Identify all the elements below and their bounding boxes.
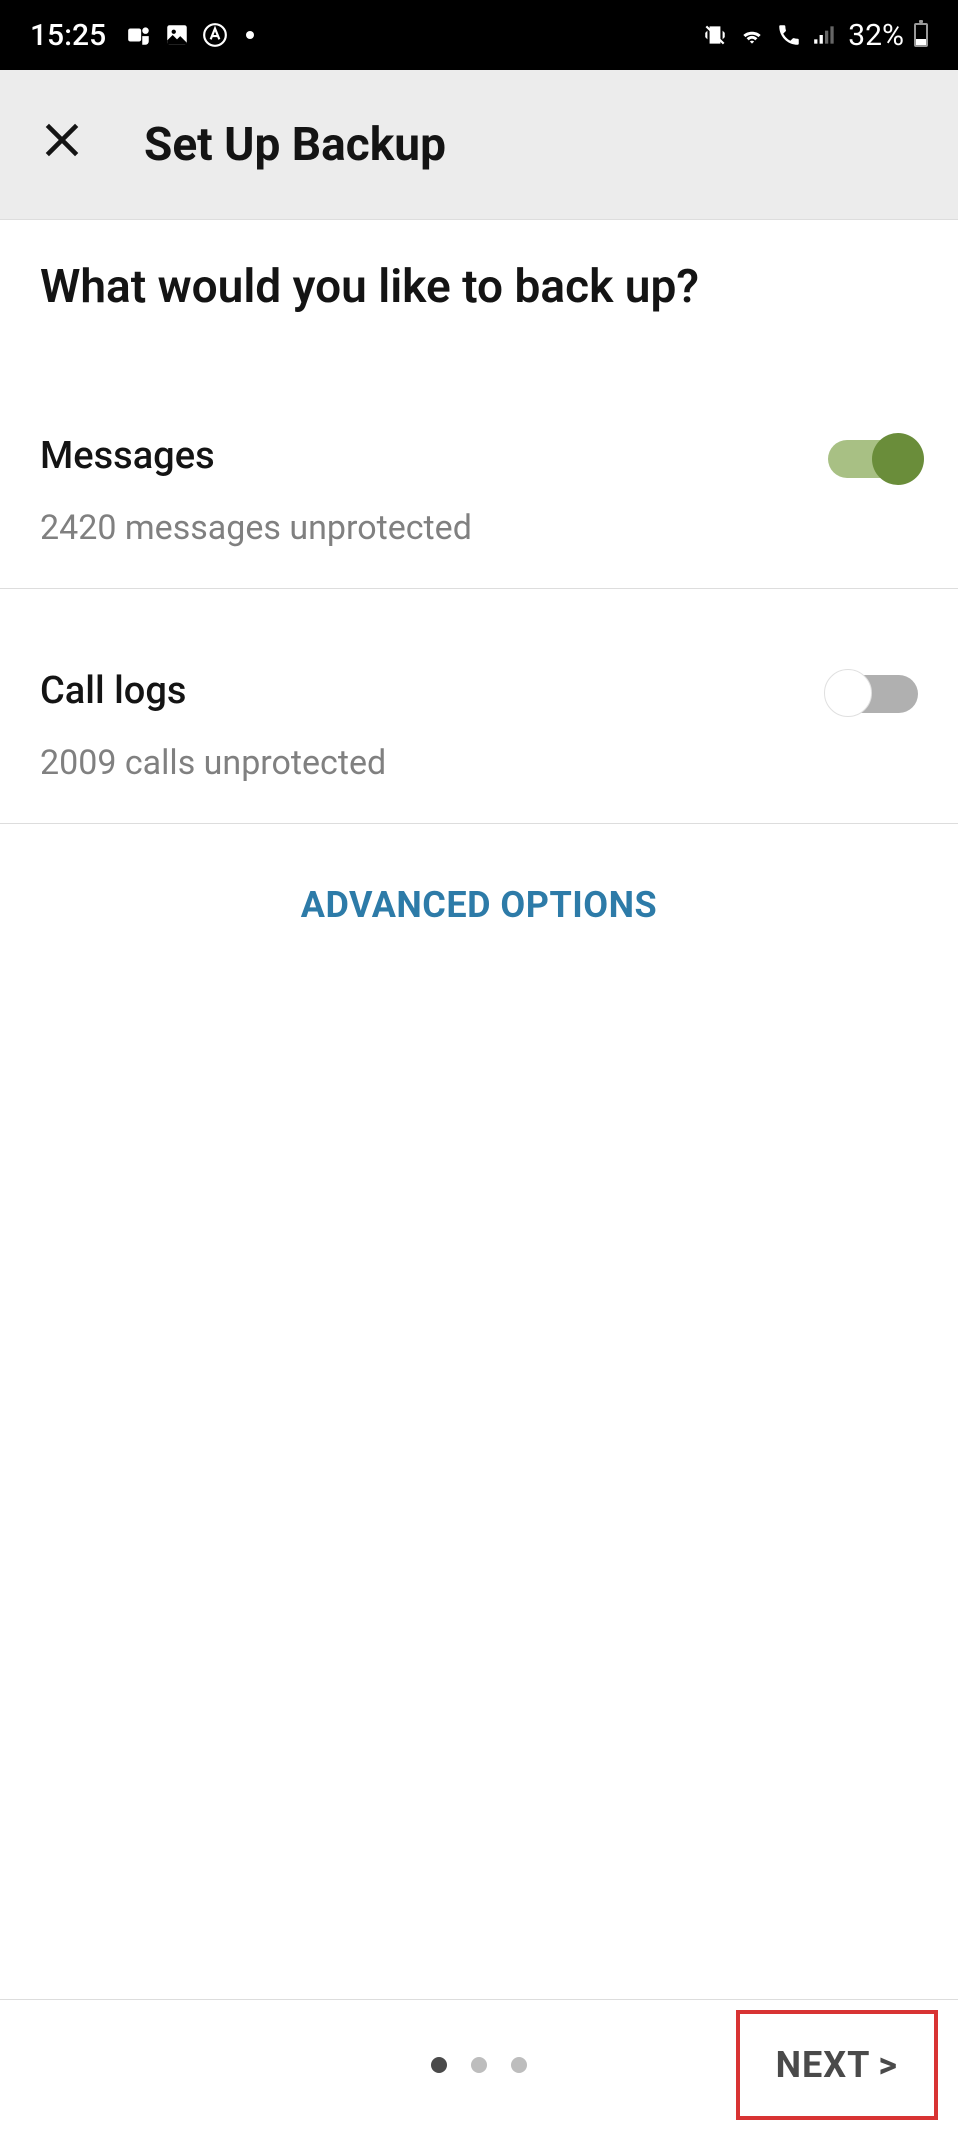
option-title: Messages bbox=[40, 434, 828, 478]
bottom-bar: NEXT > bbox=[0, 1999, 958, 2129]
toggle-knob bbox=[872, 433, 924, 485]
option-call-logs[interactable]: Call logs 2009 calls unprotected bbox=[40, 589, 918, 823]
divider bbox=[0, 823, 958, 824]
messages-toggle[interactable] bbox=[828, 440, 918, 478]
call-logs-toggle[interactable] bbox=[828, 675, 918, 713]
option-texts: Call logs 2009 calls unprotected bbox=[40, 669, 828, 783]
option-texts: Messages 2420 messages unprotected bbox=[40, 434, 828, 548]
dot-icon bbox=[246, 31, 254, 39]
page-dot-1 bbox=[431, 2057, 447, 2073]
teams-icon bbox=[126, 22, 152, 48]
page-indicator bbox=[431, 2057, 527, 2073]
vibrate-icon bbox=[702, 22, 728, 48]
battery-percent: 32% bbox=[848, 18, 904, 53]
next-label: NEXT bbox=[776, 2044, 871, 2086]
option-title: Call logs bbox=[40, 669, 828, 713]
content: What would you like to back up? Messages… bbox=[0, 220, 958, 966]
status-left: 15:25 bbox=[30, 18, 254, 53]
status-bar: 15:25 32% bbox=[0, 0, 958, 70]
close-icon[interactable] bbox=[40, 118, 84, 171]
advanced-label: ADVANCED OPTIONS bbox=[301, 884, 657, 926]
app-header: Set Up Backup bbox=[0, 70, 958, 220]
circle-a-icon bbox=[202, 22, 228, 48]
toggle-knob bbox=[824, 669, 872, 717]
battery-icon bbox=[914, 23, 928, 47]
option-subtitle: 2420 messages unprotected bbox=[40, 508, 828, 548]
image-icon bbox=[164, 22, 190, 48]
status-time: 15:25 bbox=[30, 18, 106, 53]
next-button[interactable]: NEXT > bbox=[736, 2010, 938, 2120]
page-title: Set Up Backup bbox=[144, 118, 446, 172]
page-dot-3 bbox=[511, 2057, 527, 2073]
status-right: 32% bbox=[702, 18, 928, 53]
chevron-right-icon: > bbox=[878, 2044, 898, 2086]
signal-icon bbox=[812, 22, 838, 48]
page-dot-2 bbox=[471, 2057, 487, 2073]
call-icon bbox=[776, 22, 802, 48]
option-messages[interactable]: Messages 2420 messages unprotected bbox=[40, 394, 918, 588]
option-subtitle: 2009 calls unprotected bbox=[40, 743, 828, 783]
advanced-options-link[interactable]: ADVANCED OPTIONS bbox=[40, 884, 918, 926]
wifi-icon bbox=[738, 22, 766, 48]
question-heading: What would you like to back up? bbox=[40, 260, 918, 314]
